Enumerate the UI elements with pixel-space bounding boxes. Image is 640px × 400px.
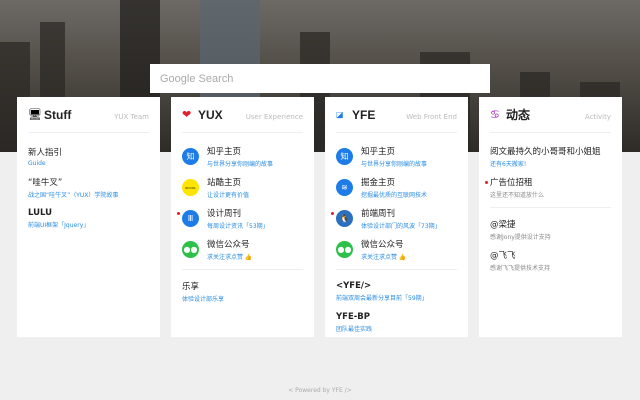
item-title: 广告位招租 [490,178,533,188]
qq-penguin-icon: 🐧 [336,210,353,227]
zcool-icon: ZCOOL [182,179,199,196]
list-item[interactable]: Ⅲ 设计周刊每周设计资讯「53期」 [177,203,303,234]
item-title: 站酷主页 [207,178,242,188]
card-title: YUX [198,107,223,122]
list-item[interactable]: 广告位招租这里还不知道放什么 [485,172,611,203]
item-title: 新人指引 [28,148,63,158]
item-title: 乐享 [182,282,200,292]
list-item[interactable]: LULU 前端UI框架「Jquery」 [28,203,149,234]
heart-icon: ❤ [182,108,192,121]
juejin-icon: ≋ [336,179,353,196]
item-title: 微信公众号 [207,240,250,250]
card-title: YFE [352,107,376,122]
card-subtitle: YUX Team [114,112,149,121]
list-item[interactable]: <YFE/> 前端双周会最新分享目前「59期」 [336,276,457,307]
item-title: @梁捷 [490,220,516,230]
card-title: 动态 [506,108,531,122]
list-item[interactable]: 知知乎主页与世界分享你刚编的故事 [336,141,457,172]
list-item[interactable]: 🐧 前端周刊体验设计部门的风波「73期」 [331,203,457,234]
item-desc: 每周设计资讯「53期」 [207,223,269,230]
item-desc: 还有6天搬家! [490,161,527,168]
search-input[interactable] [150,64,490,93]
card-yux: ❤ YUX User Experience 知知乎主页与世界分享你刚编的故事 ZCO… [171,97,314,337]
new-dot [485,181,488,184]
item-title: “哇牛叉” [28,178,63,188]
list-item[interactable]: ●● 微信公众号求关注求点赞 👍 [336,234,457,265]
item-desc: 求关注求点赞 👍 [207,254,253,261]
item-desc: 体验设计部乐享 [182,296,225,303]
item-desc: 让设计更有价值 [207,192,250,199]
item-desc: 团队最佳实践 [336,326,373,333]
divider [490,207,611,208]
footer: < Powered by YFE /> [288,387,352,394]
card-stuff: 🖥 Stuff YUX Team 新人指引 Guide “哇牛叉” 战之国“哇牛叉”（Y… [17,97,160,337]
item-title: 掘金主页 [361,178,396,188]
list-item[interactable]: 新人指引 Guide [28,141,149,172]
new-dot [331,212,334,215]
item-title: 知乎主页 [361,147,396,157]
item-desc: 求关注求点赞 👍 [361,254,407,261]
card-yfe: ◪ YFE Web Front End 知知乎主页与世界分享你刚编的故事 ≋ 掘金主页… [325,97,468,337]
item-desc: 感谢飞飞提供技术支持 [490,265,551,272]
divider [182,269,303,270]
list-item[interactable]: ●● 微信公众号求关注求点赞 👍 [182,234,303,265]
item-title: YFE-BP [336,312,371,322]
item-title: <YFE/> [336,281,372,291]
item-title: 阅文最持久的小哥哥和小姐姐 [490,147,601,157]
wechat-icon: ●● [336,241,353,258]
wechat-icon: ●● [182,241,199,258]
list-item[interactable]: ≋ 掘金主页挖掘最优质的互联网技术 [336,172,457,203]
card-subtitle: User Experience [245,112,303,121]
item-desc: 挖掘最优质的互联网技术 [361,192,428,199]
item-desc: 前端UI框架「Jquery」 [28,222,90,229]
new-dot [177,212,180,215]
item-desc: 与世界分享你刚编的故事 [207,161,274,168]
list-item[interactable]: 阅文最持久的小哥哥和小姐姐 还有6天搬家! [490,141,611,172]
divider [336,269,457,270]
item-title: 前端周刊 [361,209,396,219]
item-desc: 体验设计部门的风波「73期」 [361,223,441,230]
item-title: 知乎主页 [207,147,242,157]
card-subtitle: Web Front End [406,112,457,121]
monitor-icon: 🖥 [28,108,42,121]
card-subtitle: Activity [584,112,611,121]
item-title: 设计周刊 [207,209,242,219]
item-desc: Guide [28,160,46,167]
card-title: Stuff [44,107,72,122]
list-item[interactable]: @梁捷感谢Jony提供设计支持 [490,214,611,245]
list-item[interactable]: YFE-BP 团队最佳实践 [336,307,457,337]
list-item[interactable]: ZCOOL 站酷主页让设计更有价值 [182,172,303,203]
item-desc: 前端双周会最新分享目前「59期」 [336,295,428,302]
item-desc: 战之国“哇牛叉”（YUX）学院故事 [28,192,119,199]
list-item[interactable]: 乐享 体验设计部乐享 [182,276,303,307]
weekly-icon: Ⅲ [182,210,199,227]
item-desc: 这里还不知道放什么 [490,192,545,199]
item-title: 微信公众号 [361,240,404,250]
item-desc: 感谢Jony提供设计支持 [490,234,551,241]
activity-icon: ♋ [490,108,500,121]
list-item[interactable]: 知知乎主页与世界分享你刚编的故事 [182,141,303,172]
yfe-logo-icon: ◪ [336,110,344,119]
card-activity: ♋ 动态 Activity 阅文最持久的小哥哥和小姐姐 还有6天搬家! 广告位招租这里… [479,97,622,337]
list-item[interactable]: “哇牛叉” 战之国“哇牛叉”（YUX）学院故事 [28,172,149,203]
item-desc: 与世界分享你刚编的故事 [361,161,428,168]
zhihu-icon: 知 [336,148,353,165]
zhihu-icon: 知 [182,148,199,165]
item-title: @飞飞 [490,251,516,261]
item-title: LULU [28,208,53,218]
list-item[interactable]: @飞飞感谢飞飞提供技术支持 [490,245,611,276]
